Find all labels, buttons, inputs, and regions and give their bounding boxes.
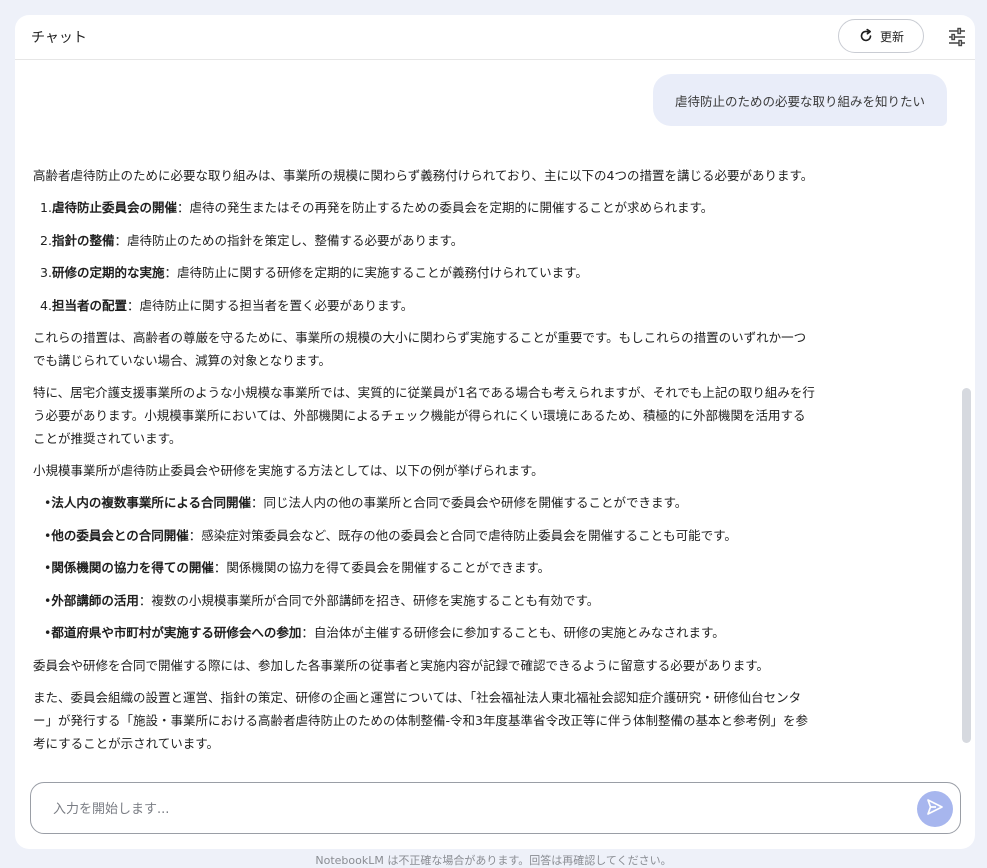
tune-icon[interactable] — [947, 27, 967, 47]
measure-item-text: ：虐待の発生またはその再発を防止するための委員会を定期的に開催することが求められ… — [176, 200, 714, 215]
methods-list: •法人内の複数事業所による合同開催：同じ法人内の他の事業所と合同で委員会や研修を… — [33, 491, 815, 644]
method-item-title: 関係機関の協力を得ての開催 — [51, 560, 214, 575]
measure-item-marker: 4. — [40, 297, 52, 313]
method-item-title: 都道府県や市町村が実施する研修会への参加 — [51, 625, 302, 640]
chat-panel: チャット 更新 虐待防止のための必要な取り組みを知りたい 高齢者虐待防止のために… — [15, 15, 975, 849]
user-message-text: 虐待防止のための必要な取り組みを知りたい — [674, 93, 925, 109]
measure-item-title: 研修の定期的な実施 — [51, 265, 165, 280]
scrollbar-thumb[interactable] — [962, 388, 971, 743]
method-item-text: ：感染症対策委員会など、既存の他の委員会と合同で虐待防止委員会を開催することも可… — [188, 527, 737, 543]
method-item: •関係機関の協力を得ての開催：関係機関の協力を得て委員会を開催することができます… — [33, 556, 815, 579]
answer-paragraph: 小規模事業所が虐待防止委員会や研修を実施する方法としては、以下の例が挙げられます… — [33, 463, 544, 478]
method-item-title: 法人内の複数事業所による合同開催 — [51, 495, 252, 510]
measure-item: 2.指針の整備：虐待防止のための指針を策定し、整備する必要があります。 — [33, 229, 815, 252]
measure-item: 1.虐待防止委員会の開催：虐待の発生またはその再発を防止するための委員会を定期的… — [33, 196, 815, 219]
method-item: •法人内の複数事業所による合同開催：同じ法人内の他の事業所と合同で委員会や研修を… — [33, 491, 815, 514]
answer-paragraph: 特に、居宅介護支援事業所のような小規模な事業所では、実質的に従業員が1名である場… — [33, 385, 815, 446]
measure-item-marker: 3. — [40, 265, 52, 280]
refresh-icon — [858, 28, 874, 44]
disclaimer-note: NotebookLM は不正確な場合があります。回答は再確認してください。 — [315, 854, 672, 867]
measure-item: 3.研修の定期的な実施：虐待防止に関する研修を定期的に実施することが義務付けられ… — [33, 261, 815, 284]
measure-item-text: ：虐待防止に関する担当者を置く必要があります。 — [126, 297, 414, 313]
chat-header: チャット 更新 — [15, 15, 975, 60]
chat-input-box — [30, 782, 961, 834]
method-item-text: ：関係機関の協力を得て委員会を開催することができます。 — [213, 560, 551, 575]
chat-title: チャット — [31, 30, 87, 46]
measure-item-text: ：虐待防止のための指針を策定し、整備する必要があります。 — [114, 232, 464, 248]
user-message: 虐待防止のための必要な取り組みを知りたい — [652, 74, 947, 126]
method-item-text: ：複数の小規模事業所が合同で外部講師を招き、研修を実施することも有効です。 — [138, 592, 600, 608]
refresh-button[interactable]: 更新 — [838, 19, 924, 53]
measure-item-title: 虐待防止委員会の開催 — [51, 200, 177, 215]
chat-input[interactable] — [51, 797, 895, 821]
send-icon — [926, 798, 944, 820]
measure-item-title: 指針の整備 — [51, 232, 115, 248]
measure-item: 4.担当者の配置：虐待防止に関する担当者を置く必要があります。 — [33, 294, 815, 317]
send-button[interactable] — [917, 791, 953, 827]
measure-item-marker: 2. — [40, 232, 52, 248]
method-item-text: ：自治体が主催する研修会に参加することも、研修の実施とみなされます。 — [301, 625, 725, 640]
refresh-label: 更新 — [879, 29, 904, 44]
assistant-answer: 高齢者虐待防止のために必要な取り組みは、事業所の規模に関わらず義務付けられており… — [33, 164, 815, 764]
measure-item-marker: 1. — [40, 200, 52, 215]
answer-paragraph: これらの措置は、高齢者の尊厳を守るために、事業所の規模の大小に関わらず実施するこ… — [33, 330, 807, 368]
measure-item-text: ：虐待防止に関する研修を定期的に実施することが義務付けられています。 — [164, 265, 588, 280]
answer-intro: 高齢者虐待防止のために必要な取り組みは、事業所の規模に関わらず義務付けられており… — [33, 168, 814, 183]
answer-paragraph: 委員会や研修を合同で開催する際には、参加した各事業所の従事者と実施内容が記録で確… — [33, 657, 770, 673]
measure-item-title: 担当者の配置 — [51, 297, 127, 313]
method-item-title: 外部講師の活用 — [51, 592, 139, 608]
method-item: •他の委員会との合同開催：感染症対策委員会など、既存の他の委員会と合同で虐待防止… — [33, 524, 815, 547]
method-item-text: ：同じ法人内の他の事業所と合同で委員会や研修を開催することができます。 — [251, 495, 688, 510]
chat-messages[interactable]: 虐待防止のための必要な取り組みを知りたい 高齢者虐待防止のために必要な取り組みは… — [15, 60, 975, 770]
answer-paragraph: また、委員会組織の設置と運営、指針の策定、研修の企画と運営については、「社会福祉… — [33, 689, 808, 751]
method-item-title: 他の委員会との合同開催 — [51, 527, 189, 543]
method-item: •外部講師の活用：複数の小規模事業所が合同で外部講師を招き、研修を実施することも… — [33, 589, 815, 612]
measures-list: 1.虐待防止委員会の開催：虐待の発生またはその再発を防止するための委員会を定期的… — [33, 196, 815, 317]
method-item: •都道府県や市町村が実施する研修会への参加：自治体が主催する研修会に参加すること… — [33, 621, 815, 644]
